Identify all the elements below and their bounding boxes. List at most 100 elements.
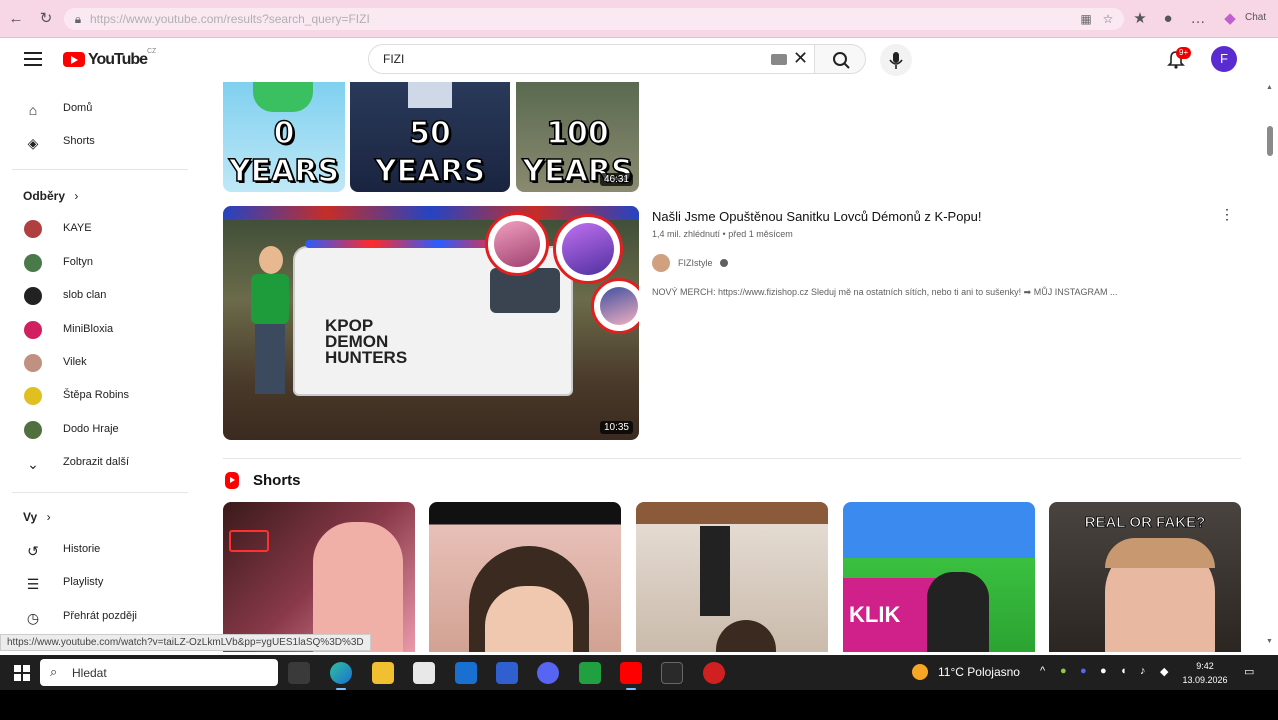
network-icon[interactable]: ◆ [1160, 665, 1168, 678]
account-avatar[interactable]: F [1211, 46, 1237, 72]
ceiling-beam [636, 502, 828, 524]
keyboard-icon[interactable] [771, 54, 787, 65]
shorts-logo-icon [225, 472, 239, 489]
store-icon[interactable] [413, 662, 435, 684]
video-meta: 1,4 mil. zhlédnutí • před 1 měsícem [652, 229, 793, 239]
youtube-app-icon[interactable] [620, 662, 642, 690]
weather-widget[interactable]: 11°C Polojasno [938, 665, 1020, 679]
sidebar-item-subscription[interactable]: Foltyn [14, 248, 194, 278]
url-text: https://www.youtube.com/results?search_q… [90, 12, 370, 26]
voice-search-button[interactable] [880, 44, 912, 76]
neon-sign [229, 530, 269, 552]
search-value: FIZI [383, 52, 405, 66]
short-thumbnail[interactable] [636, 502, 828, 652]
channel-avatar [24, 287, 42, 305]
video-thumbnail[interactable]: 100 YEARS 46:31 [516, 82, 639, 192]
scroll-down-icon[interactable]: ▼ [1266, 638, 1273, 645]
video-thumbnail[interactable]: 50 YEARS [350, 82, 510, 192]
sidebar-item-subscription[interactable]: slob clan [14, 281, 194, 311]
microphone-icon[interactable]: ♪ [1140, 665, 1146, 677]
weather-icon[interactable] [912, 664, 928, 680]
sidebar-item-label: Zobrazit další [63, 456, 130, 468]
sidebar-item-label: Přehrát později [63, 610, 137, 622]
you-heading[interactable]: Vy › [23, 510, 51, 524]
sidebar-item-show-more[interactable]: ⌄ Zobrazit další [14, 448, 194, 478]
taskbar-search-input[interactable]: ⌕ Hledat [40, 659, 278, 686]
short-thumbnail[interactable]: REAL OR FAKE? [1049, 502, 1241, 652]
task-view-icon[interactable] [288, 662, 310, 684]
sidebar-item-shorts[interactable]: ◈ Shorts [14, 127, 194, 157]
tray-app-icon[interactable]: ● [1100, 665, 1107, 677]
screen: ← ↻ 🔒︎ https://www.youtube.com/results?s… [0, 0, 1278, 720]
duration-badge: 10:35 [599, 421, 633, 434]
app-icon[interactable] [661, 662, 683, 684]
sidebar-item-watch-later[interactable]: ◷ Přehrát později [14, 602, 194, 632]
system-clock[interactable]: 9:42 13.09.2026 [1180, 659, 1230, 687]
copilot-icon[interactable]: ◆ [1220, 9, 1240, 29]
recorder-icon[interactable] [703, 662, 725, 684]
subscriptions-heading-label: Odběry [23, 189, 66, 203]
video-title[interactable]: Našli Jsme Opuštěnou Sanitku Lovců Démon… [652, 209, 982, 224]
person-hair [1105, 538, 1215, 568]
video-thumbnail[interactable]: KPOP DEMON HUNTERS 10:35 [223, 206, 639, 440]
more-actions-icon[interactable]: ⋮ [1220, 206, 1234, 222]
person-face [485, 586, 573, 652]
channel-name[interactable]: FIZIstyle [678, 258, 713, 268]
tray-app-icon[interactable]: ● [1060, 665, 1067, 677]
channel-avatar [24, 421, 42, 439]
sidebar-item-label: Dodo Hraje [63, 423, 119, 435]
chevron-up-icon[interactable]: ^ [1040, 665, 1045, 677]
windows-start-icon[interactable] [14, 665, 30, 681]
sidebar-item-playlists[interactable]: ☰ Playlisty [14, 568, 194, 598]
favorites-icon[interactable]: ★ [1130, 9, 1150, 29]
sidebar-item-subscription[interactable]: KAYE [14, 214, 194, 244]
more-menu-icon[interactable]: … [1188, 9, 1208, 29]
person-figure [245, 246, 295, 406]
file-explorer-icon[interactable] [372, 662, 394, 684]
weather-temp: 11°C [938, 665, 964, 679]
sidebar-item-subscription[interactable]: Vilek [14, 348, 194, 378]
address-bar[interactable]: 🔒︎ https://www.youtube.com/results?searc… [64, 8, 1124, 30]
video-thumbnail[interactable]: 0 YEARS [223, 82, 345, 192]
person-figure [700, 526, 730, 616]
mail-icon[interactable] [455, 662, 477, 684]
edge-icon[interactable] [330, 662, 352, 690]
thumbnail-art [253, 82, 313, 112]
sidebar-item-subscription[interactable]: Dodo Hraje [14, 415, 194, 445]
sidebar-item-history[interactable]: ↺ Historie [14, 535, 194, 565]
short-overlay-text: KLIK [849, 602, 901, 627]
clear-search-icon[interactable]: ✕ [793, 48, 808, 69]
history-icon: ↺ [27, 543, 39, 559]
app-icon[interactable] [579, 662, 601, 684]
notification-center-icon[interactable]: ▭ [1244, 665, 1254, 678]
short-thumbnail[interactable] [429, 502, 621, 652]
scroll-thumb[interactable] [1267, 126, 1273, 156]
page-scrollbar[interactable]: ▲ ▼ [1262, 82, 1278, 652]
person-figure [927, 572, 989, 652]
app-icon[interactable] [496, 662, 518, 684]
favorite-star-icon[interactable]: ☆ [1100, 11, 1116, 27]
refresh-icon[interactable]: ↻ [36, 9, 56, 29]
profile-icon[interactable]: ● [1158, 9, 1178, 29]
sidebar-item-subscription[interactable]: MiniBloxia [14, 315, 194, 345]
youtube-logo[interactable]: YouTube CZ [63, 48, 156, 72]
channel-avatar [24, 387, 42, 405]
speaker-icon[interactable]: ◖ [1120, 665, 1127, 677]
search-input[interactable]: FIZI ✕ [368, 44, 814, 74]
search-button[interactable] [814, 44, 866, 74]
thumbnail-art [408, 82, 452, 108]
tray-app-icon[interactable]: ● [1080, 665, 1087, 677]
sidebar-item-subscription[interactable]: Štěpa Robins [14, 381, 194, 411]
subscriptions-heading[interactable]: Odběry › [23, 189, 78, 203]
copilot-label[interactable]: Chat [1245, 12, 1266, 23]
menu-icon[interactable] [24, 52, 42, 66]
back-icon[interactable]: ← [6, 9, 26, 29]
sidebar-item-home[interactable]: ⌂ Domů [14, 94, 194, 124]
channel-avatar[interactable] [652, 254, 670, 272]
scroll-up-icon[interactable]: ▲ [1266, 84, 1273, 91]
short-thumbnail[interactable]: KLIK [843, 502, 1035, 652]
discord-icon[interactable] [537, 662, 559, 684]
channel-avatar [24, 321, 42, 339]
short-thumbnail[interactable] [223, 502, 415, 652]
app-available-icon[interactable]: ▦ [1078, 11, 1094, 27]
